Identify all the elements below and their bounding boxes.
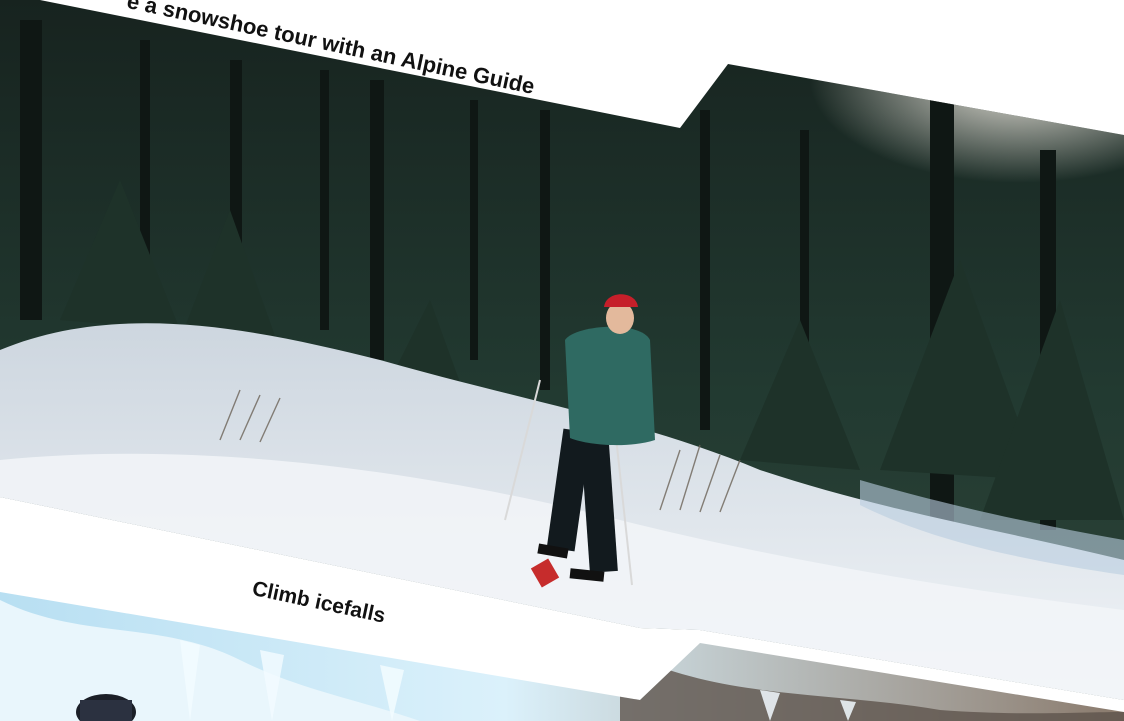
snowshoe-photo	[0, 0, 1124, 700]
photo-collage	[0, 0, 1124, 721]
page: e a snowshoe tour with an Alpine Guide C…	[0, 0, 1124, 721]
